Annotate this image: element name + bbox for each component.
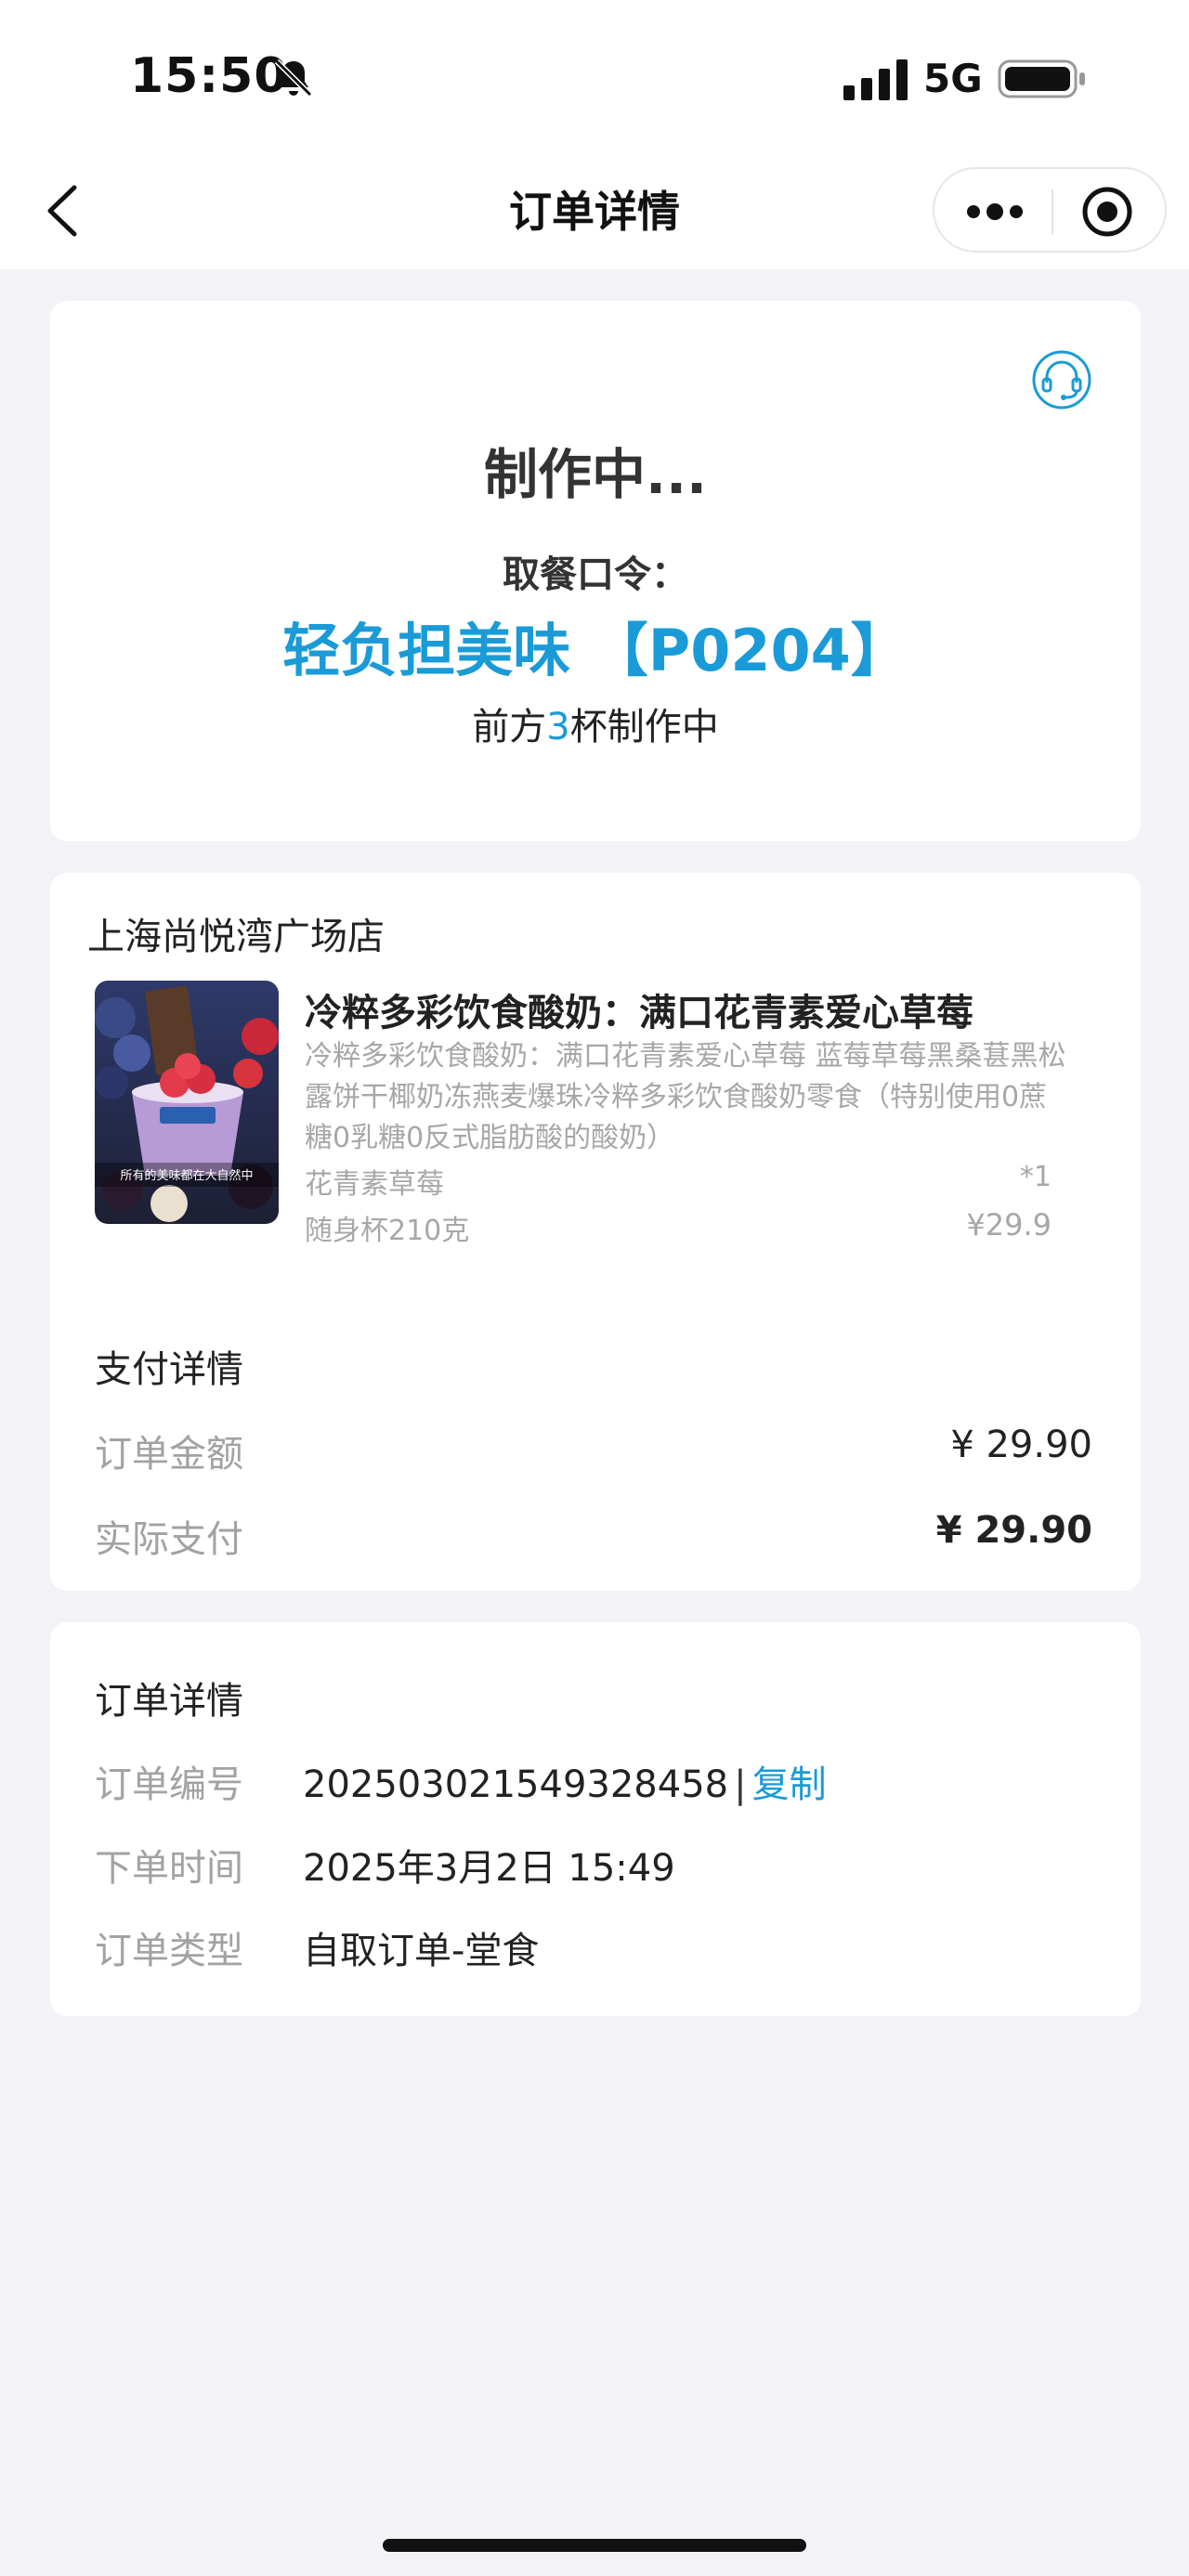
- order-time-label: 下单时间: [95, 1847, 243, 1890]
- product-spec-flavor: 花青素草莓: [305, 1168, 444, 1201]
- order-type-label: 订单类型: [95, 1930, 243, 1972]
- separator: |: [734, 1763, 747, 1806]
- top-bar: 15:50 5G 订单详情: [0, 0, 1189, 269]
- payment-section-title: 支付详情: [95, 1348, 243, 1391]
- product-price: ¥29.9: [966, 1207, 1052, 1242]
- queue-suffix: 杯制作中: [569, 706, 719, 748]
- home-indicator: [383, 2539, 806, 2552]
- order-status-text: 制作中...: [483, 443, 708, 506]
- more-icon[interactable]: [962, 186, 1027, 238]
- product-spec-size: 随身杯210克: [305, 1215, 470, 1247]
- network-type: 5G: [923, 56, 983, 101]
- order-details-card: 订单详情 订单编号 202503021549328458 | 复制 下单时间 202…: [50, 1622, 1141, 2016]
- battery-icon: [998, 59, 1085, 98]
- status-time: 15:50: [130, 48, 289, 104]
- product-photo-illustration: 所有的美味都在大自然中: [95, 981, 279, 1224]
- copy-order-number-button[interactable]: 复制: [752, 1763, 827, 1806]
- pickup-code-label: 取餐口令：: [503, 553, 688, 596]
- order-amount: ¥ 29.90: [950, 1424, 1092, 1466]
- order-time: 2025年3月2日 15:49: [303, 1847, 675, 1890]
- close-mini-program-icon[interactable]: [1079, 184, 1135, 240]
- product-quantity: *1: [1019, 1161, 1052, 1193]
- mini-program-capsule: [933, 167, 1167, 253]
- order-number: 202503021549328458: [303, 1763, 729, 1806]
- order-type: 自取订单-堂食: [303, 1930, 540, 1972]
- bell-muted-icon: [274, 59, 313, 98]
- order-amount-label: 订单金额: [95, 1433, 243, 1476]
- pickup-code: 轻负担美味 【P0204】: [282, 617, 908, 684]
- actual-paid-label: 实际支付: [95, 1518, 243, 1561]
- queue-count: 3: [546, 706, 570, 748]
- order-items-card: 上海尚悦湾广场店 所有的美味都在大自然中 冷粹多彩饮食酸奶：满口花青素爱心草莓 …: [50, 873, 1141, 1591]
- capsule-divider: [1052, 189, 1053, 234]
- product-image: 所有的美味都在大自然中: [95, 981, 279, 1224]
- product-image-caption: 所有的美味都在大自然中: [120, 1168, 253, 1183]
- order-number-label: 订单编号: [95, 1763, 243, 1806]
- signal-icon: [843, 59, 908, 100]
- order-number-row: 202503021549328458 | 复制: [303, 1754, 827, 1808]
- order-details-title: 订单详情: [95, 1680, 243, 1723]
- order-status-card: 制作中... 取餐口令： 轻负担美味 【P0204】 前方3杯制作中: [50, 301, 1141, 841]
- store-name: 上海尚悦湾广场店: [87, 916, 385, 958]
- queue-info: 前方3杯制作中: [50, 696, 1141, 750]
- actual-paid-amount: ¥ 29.90: [935, 1509, 1092, 1552]
- product-title: 冷粹多彩饮食酸奶：满口花青素爱心草莓: [305, 992, 973, 1034]
- queue-prefix: 前方: [472, 706, 547, 748]
- product-description: 冷粹多彩饮食酸奶：满口花青素爱心草莓 蓝莓草莓黑桑葚黑松露饼干椰奶冻燕麦爆珠冷粹…: [305, 1040, 1066, 1154]
- customer-service-icon[interactable]: [1031, 349, 1092, 410]
